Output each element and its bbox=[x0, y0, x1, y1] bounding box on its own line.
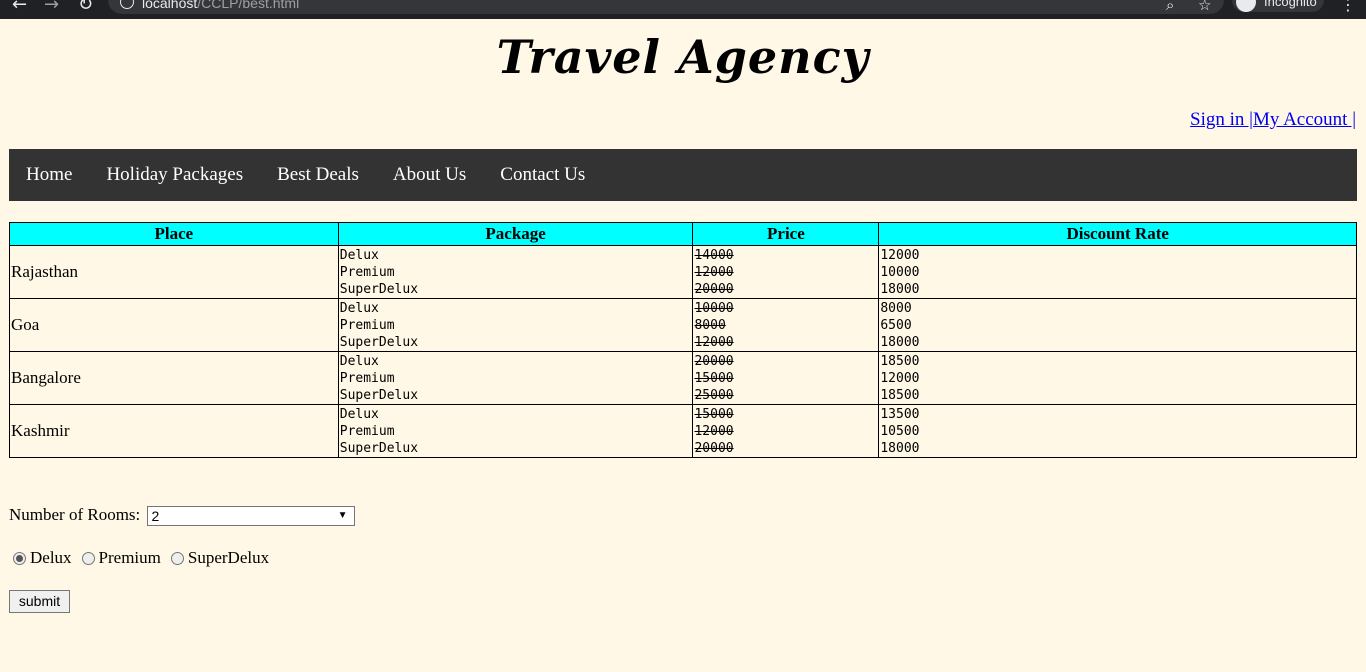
package-name: Premium bbox=[339, 370, 395, 386]
header-price: Price bbox=[692, 222, 880, 246]
header-discount-rate: Discount Rate bbox=[878, 222, 1357, 246]
radio-premium-label: Premium bbox=[98, 548, 161, 567]
browser-toolbar: ← → ↻ localhost/CCLP/best.html ⌕ ☆ Incog… bbox=[0, 0, 1366, 19]
radio-premium[interactable] bbox=[81, 551, 95, 565]
nav-home[interactable]: Home bbox=[9, 164, 89, 186]
discount-price: 10000 bbox=[880, 264, 920, 280]
radio-superdelux[interactable] bbox=[170, 551, 184, 565]
discount-price: 18500 bbox=[880, 353, 920, 369]
discount-price: 8000 bbox=[880, 300, 912, 316]
discount-cell: 13500 10500 18000 bbox=[878, 404, 1357, 458]
place-cell: Kashmir bbox=[9, 404, 339, 458]
original-price: 10000 bbox=[694, 300, 734, 316]
discount-price: 6500 bbox=[880, 317, 912, 333]
header-place: Place bbox=[9, 222, 339, 246]
original-price: 8000 bbox=[694, 317, 726, 333]
nav-best-deals[interactable]: Best Deals bbox=[260, 164, 376, 186]
rooms-select-value: 2 bbox=[151, 508, 160, 525]
table-header-row: Place Package Price Discount Rate bbox=[9, 222, 1357, 246]
discount-price: 18500 bbox=[880, 387, 920, 403]
original-price: 25000 bbox=[694, 387, 734, 403]
nav-about-us[interactable]: About Us bbox=[376, 164, 483, 186]
package-name: Delux bbox=[339, 353, 379, 369]
discount-cell: 18500 12000 18500 bbox=[878, 351, 1357, 405]
table-row: Bangalore Delux Premium SuperDelux 20000… bbox=[9, 351, 1357, 405]
deals-table: Place Package Price Discount Rate Rajast… bbox=[9, 222, 1357, 458]
package-radio-group: Delux Premium SuperDelux bbox=[13, 548, 279, 568]
package-name: Delux bbox=[339, 406, 379, 422]
sign-in-link[interactable]: Sign in | bbox=[1190, 109, 1253, 130]
my-account-link[interactable]: My Account | bbox=[1253, 109, 1356, 130]
table-row: Kashmir Delux Premium SuperDelux 15000 1… bbox=[9, 404, 1357, 458]
package-cell: Delux Premium SuperDelux bbox=[337, 351, 694, 405]
package-name: Delux bbox=[339, 300, 379, 316]
original-price: 12000 bbox=[694, 334, 734, 350]
account-links: Sign in |My Account | bbox=[1190, 109, 1356, 131]
place-cell: Goa bbox=[9, 298, 339, 352]
rooms-label: Number of Rooms: bbox=[9, 505, 141, 524]
discount-price: 18000 bbox=[880, 440, 920, 456]
main-nav: Home Holiday Packages Best Deals About U… bbox=[9, 149, 1357, 201]
menu-dots-icon[interactable]: ⋮ bbox=[1340, 0, 1356, 14]
package-name: SuperDelux bbox=[339, 387, 419, 403]
package-name: SuperDelux bbox=[339, 334, 419, 350]
discount-cell: 12000 10000 18000 bbox=[878, 245, 1357, 299]
reload-icon[interactable]: ↻ bbox=[78, 0, 93, 14]
package-name: Premium bbox=[339, 264, 395, 280]
discount-price: 13500 bbox=[880, 406, 920, 422]
original-price: 14000 bbox=[694, 247, 734, 263]
price-cell: 20000 15000 25000 bbox=[692, 351, 880, 405]
rooms-row: Number of Rooms: 2 ▼ bbox=[9, 505, 355, 527]
rooms-select[interactable]: 2 ▼ bbox=[146, 506, 355, 527]
submit-button[interactable]: submit bbox=[9, 590, 70, 613]
page-title: Travel Agency bbox=[496, 30, 870, 84]
discount-price: 18000 bbox=[880, 334, 920, 350]
package-cell: Delux Premium SuperDelux bbox=[337, 245, 694, 299]
header-package: Package bbox=[337, 222, 694, 246]
discount-price: 12000 bbox=[880, 247, 920, 263]
radio-superdelux-label: SuperDelux bbox=[187, 548, 270, 567]
nav-holiday-packages[interactable]: Holiday Packages bbox=[89, 164, 260, 186]
table-row: Goa Delux Premium SuperDelux 10000 8000 … bbox=[9, 298, 1357, 352]
package-name: Premium bbox=[339, 317, 395, 333]
search-icon[interactable]: ⌕ bbox=[1166, 0, 1174, 14]
discount-cell: 8000 6500 18000 bbox=[878, 298, 1357, 352]
price-cell: 10000 8000 12000 bbox=[692, 298, 880, 352]
original-price: 15000 bbox=[694, 406, 734, 422]
package-name: SuperDelux bbox=[339, 440, 419, 456]
incognito-label: Incognito bbox=[1264, 0, 1317, 9]
table-row: Rajasthan Delux Premium SuperDelux 14000… bbox=[9, 245, 1357, 299]
star-icon[interactable]: ☆ bbox=[1198, 0, 1211, 14]
package-cell: Delux Premium SuperDelux bbox=[337, 298, 694, 352]
radio-delux-label: Delux bbox=[30, 548, 72, 567]
package-cell: Delux Premium SuperDelux bbox=[337, 404, 694, 458]
discount-price: 18000 bbox=[880, 281, 920, 297]
price-cell: 15000 12000 20000 bbox=[692, 404, 880, 458]
back-arrow-icon[interactable]: ← bbox=[12, 0, 27, 14]
discount-price: 12000 bbox=[880, 370, 920, 386]
place-cell: Rajasthan bbox=[9, 245, 339, 299]
original-price: 20000 bbox=[694, 353, 734, 369]
package-name: Delux bbox=[339, 247, 379, 263]
place-cell: Bangalore bbox=[9, 351, 339, 405]
original-price: 20000 bbox=[694, 440, 734, 456]
radio-delux[interactable] bbox=[13, 551, 26, 565]
original-price: 12000 bbox=[694, 264, 734, 280]
forward-arrow-icon[interactable]: → bbox=[44, 0, 59, 14]
dropdown-arrow-icon: ▼ bbox=[337, 510, 348, 522]
original-price: 15000 bbox=[694, 370, 734, 386]
discount-price: 10500 bbox=[880, 423, 920, 439]
original-price: 20000 bbox=[694, 281, 734, 297]
package-name: SuperDelux bbox=[339, 281, 419, 297]
price-cell: 14000 12000 20000 bbox=[692, 245, 880, 299]
nav-contact-us[interactable]: Contact Us bbox=[483, 164, 602, 186]
package-name: Premium bbox=[339, 423, 395, 439]
original-price: 12000 bbox=[694, 423, 734, 439]
url-text[interactable]: localhost/CCLP/best.html bbox=[142, 0, 299, 11]
